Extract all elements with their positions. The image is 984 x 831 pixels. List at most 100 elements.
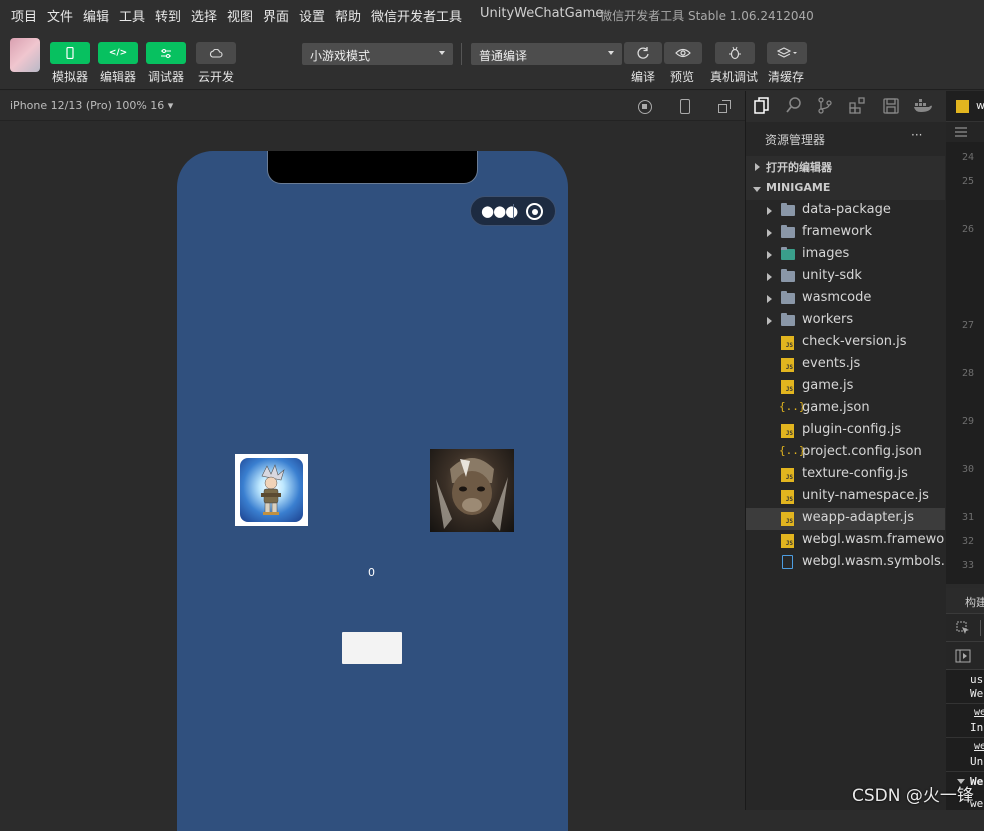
tree-item[interactable]: data-package [746,200,945,222]
stop-icon[interactable] [638,100,652,114]
close-icon[interactable] [526,203,543,220]
tree-item-label: data-package [802,202,891,217]
extensions-icon[interactable] [849,97,866,114]
sidebar-toggle-icon[interactable] [955,649,971,663]
menu-capsule[interactable]: ●●● [470,196,556,226]
save-icon[interactable] [883,98,899,114]
tree-item[interactable]: images [746,244,945,266]
menu-file[interactable]: 文件 [47,6,73,25]
line-number: 27 [961,320,974,331]
tree-item[interactable]: {..} project.config.json [746,442,945,464]
tree-item[interactable]: JS check-version.js [746,332,945,354]
tree-item[interactable]: framework [746,222,945,244]
chevron-down-icon [753,187,761,192]
menu-goto[interactable]: 转到 [155,6,181,25]
menu-help[interactable]: 帮助 [335,6,361,25]
search-icon[interactable] [786,97,802,113]
debugger-label: 调试器 [148,70,185,84]
open-editors-section[interactable]: 打开的编辑器 [746,156,945,178]
editor-button[interactable]: </> [98,42,138,64]
tree-item-label: plugin-config.js [802,422,902,437]
menu-project[interactable]: 项目 [11,6,37,25]
tree-item[interactable]: JS events.js [746,354,945,376]
line-number: 31 [961,512,974,523]
clear-cache-button[interactable] [767,42,807,64]
tree-item[interactable]: JS game.js [746,376,945,398]
tree-item[interactable]: unity-sdk [746,266,945,288]
tree-item[interactable]: JS plugin-config.js [746,420,945,442]
more-icon[interactable]: ●●● [481,202,518,220]
tree-item[interactable]: JS webgl.wasm.framewor... [746,530,945,552]
refresh-icon [637,47,649,59]
remote-debug-button[interactable] [715,42,755,64]
folder-icon [781,203,795,216]
files-icon[interactable] [754,97,770,115]
menu-edit[interactable]: 编辑 [83,6,109,25]
tree-item-label: texture-config.js [802,466,908,481]
simulator-label: 模拟器 [52,70,89,84]
compile-button[interactable] [624,42,662,64]
chevron-right-icon [767,273,772,281]
tree-item[interactable]: {..} game.json [746,398,945,420]
chevron-right-icon [767,295,772,303]
tree-item[interactable]: workers [746,310,945,332]
cloud-label: 云开发 [198,70,235,84]
console-line: Un [970,755,984,768]
js-file-icon: JS [781,512,794,526]
cloud-button[interactable] [196,42,236,64]
remote-debug-label: 真机调试 [710,70,759,84]
editor-tab-label: we [976,99,984,112]
project-section[interactable]: MINIGAME [746,178,945,200]
tree-item[interactable]: wasmcode [746,288,945,310]
tree-item[interactable]: JS texture-config.js [746,464,945,486]
game-button[interactable] [342,632,402,664]
chevron-right-icon [767,251,772,259]
chevron-down-icon [608,51,614,55]
mode-select[interactable]: 小游戏模式 [302,43,453,65]
game-portrait-icon[interactable] [430,449,514,532]
docker-icon[interactable] [913,99,933,113]
device-select[interactable]: iPhone 12/13 (Pro) 100% 16 ▾ [10,99,173,112]
chevron-right-icon [767,317,772,325]
more-icon[interactable]: ··· [911,128,922,142]
chevron-right-icon [755,163,760,171]
tree-item[interactable]: JS weapp-adapter.js [746,508,945,530]
js-file-icon: JS [781,358,794,372]
menu-wechat-devtools[interactable]: 微信开发者工具 [371,6,462,25]
chevron-down-icon [439,51,445,55]
source-control-icon[interactable] [818,97,832,114]
menu-select[interactable]: 选择 [191,6,217,25]
bug-icon [729,46,741,60]
simulator-button[interactable] [50,42,90,64]
tree-item-label: wasmcode [802,290,872,305]
menu-interface[interactable]: 界面 [263,6,289,25]
chevron-right-icon [767,207,772,215]
tree-item-label: webgl.wasm.symbols.u... [802,554,945,569]
menu-tools[interactable]: 工具 [119,6,145,25]
watermark-text: CSDN @火一锋 [852,786,974,806]
layers-icon [777,47,797,58]
debugger-button[interactable] [146,42,186,64]
divider [946,703,984,704]
console-link[interactable]: we [974,741,984,752]
folder-icon [781,269,795,282]
tree-item-label: workers [802,312,854,327]
inspect-icon[interactable] [956,621,970,635]
tree-item[interactable]: JS unity-namespace.js [746,486,945,508]
chevron-right-icon [767,229,772,237]
game-character-icon[interactable] [235,454,308,526]
preview-button[interactable] [664,42,702,64]
tree-item[interactable]: webgl.wasm.symbols.u... [746,552,945,574]
compile-select[interactable]: 普通编译 [471,43,622,65]
js-file-icon: JS [781,490,794,504]
line-number: 33 [961,560,974,571]
menu-settings[interactable]: 设置 [299,6,325,25]
editor-tab[interactable]: we [946,91,984,122]
panel-tab-build[interactable]: 构建 [965,594,984,610]
avatar[interactable] [10,38,40,72]
menu-view[interactable]: 视图 [227,6,253,25]
window-icon[interactable] [718,100,732,113]
console-link[interactable]: we [974,707,984,718]
phone-icon[interactable] [680,99,690,114]
tree-item-label: images [802,246,850,261]
